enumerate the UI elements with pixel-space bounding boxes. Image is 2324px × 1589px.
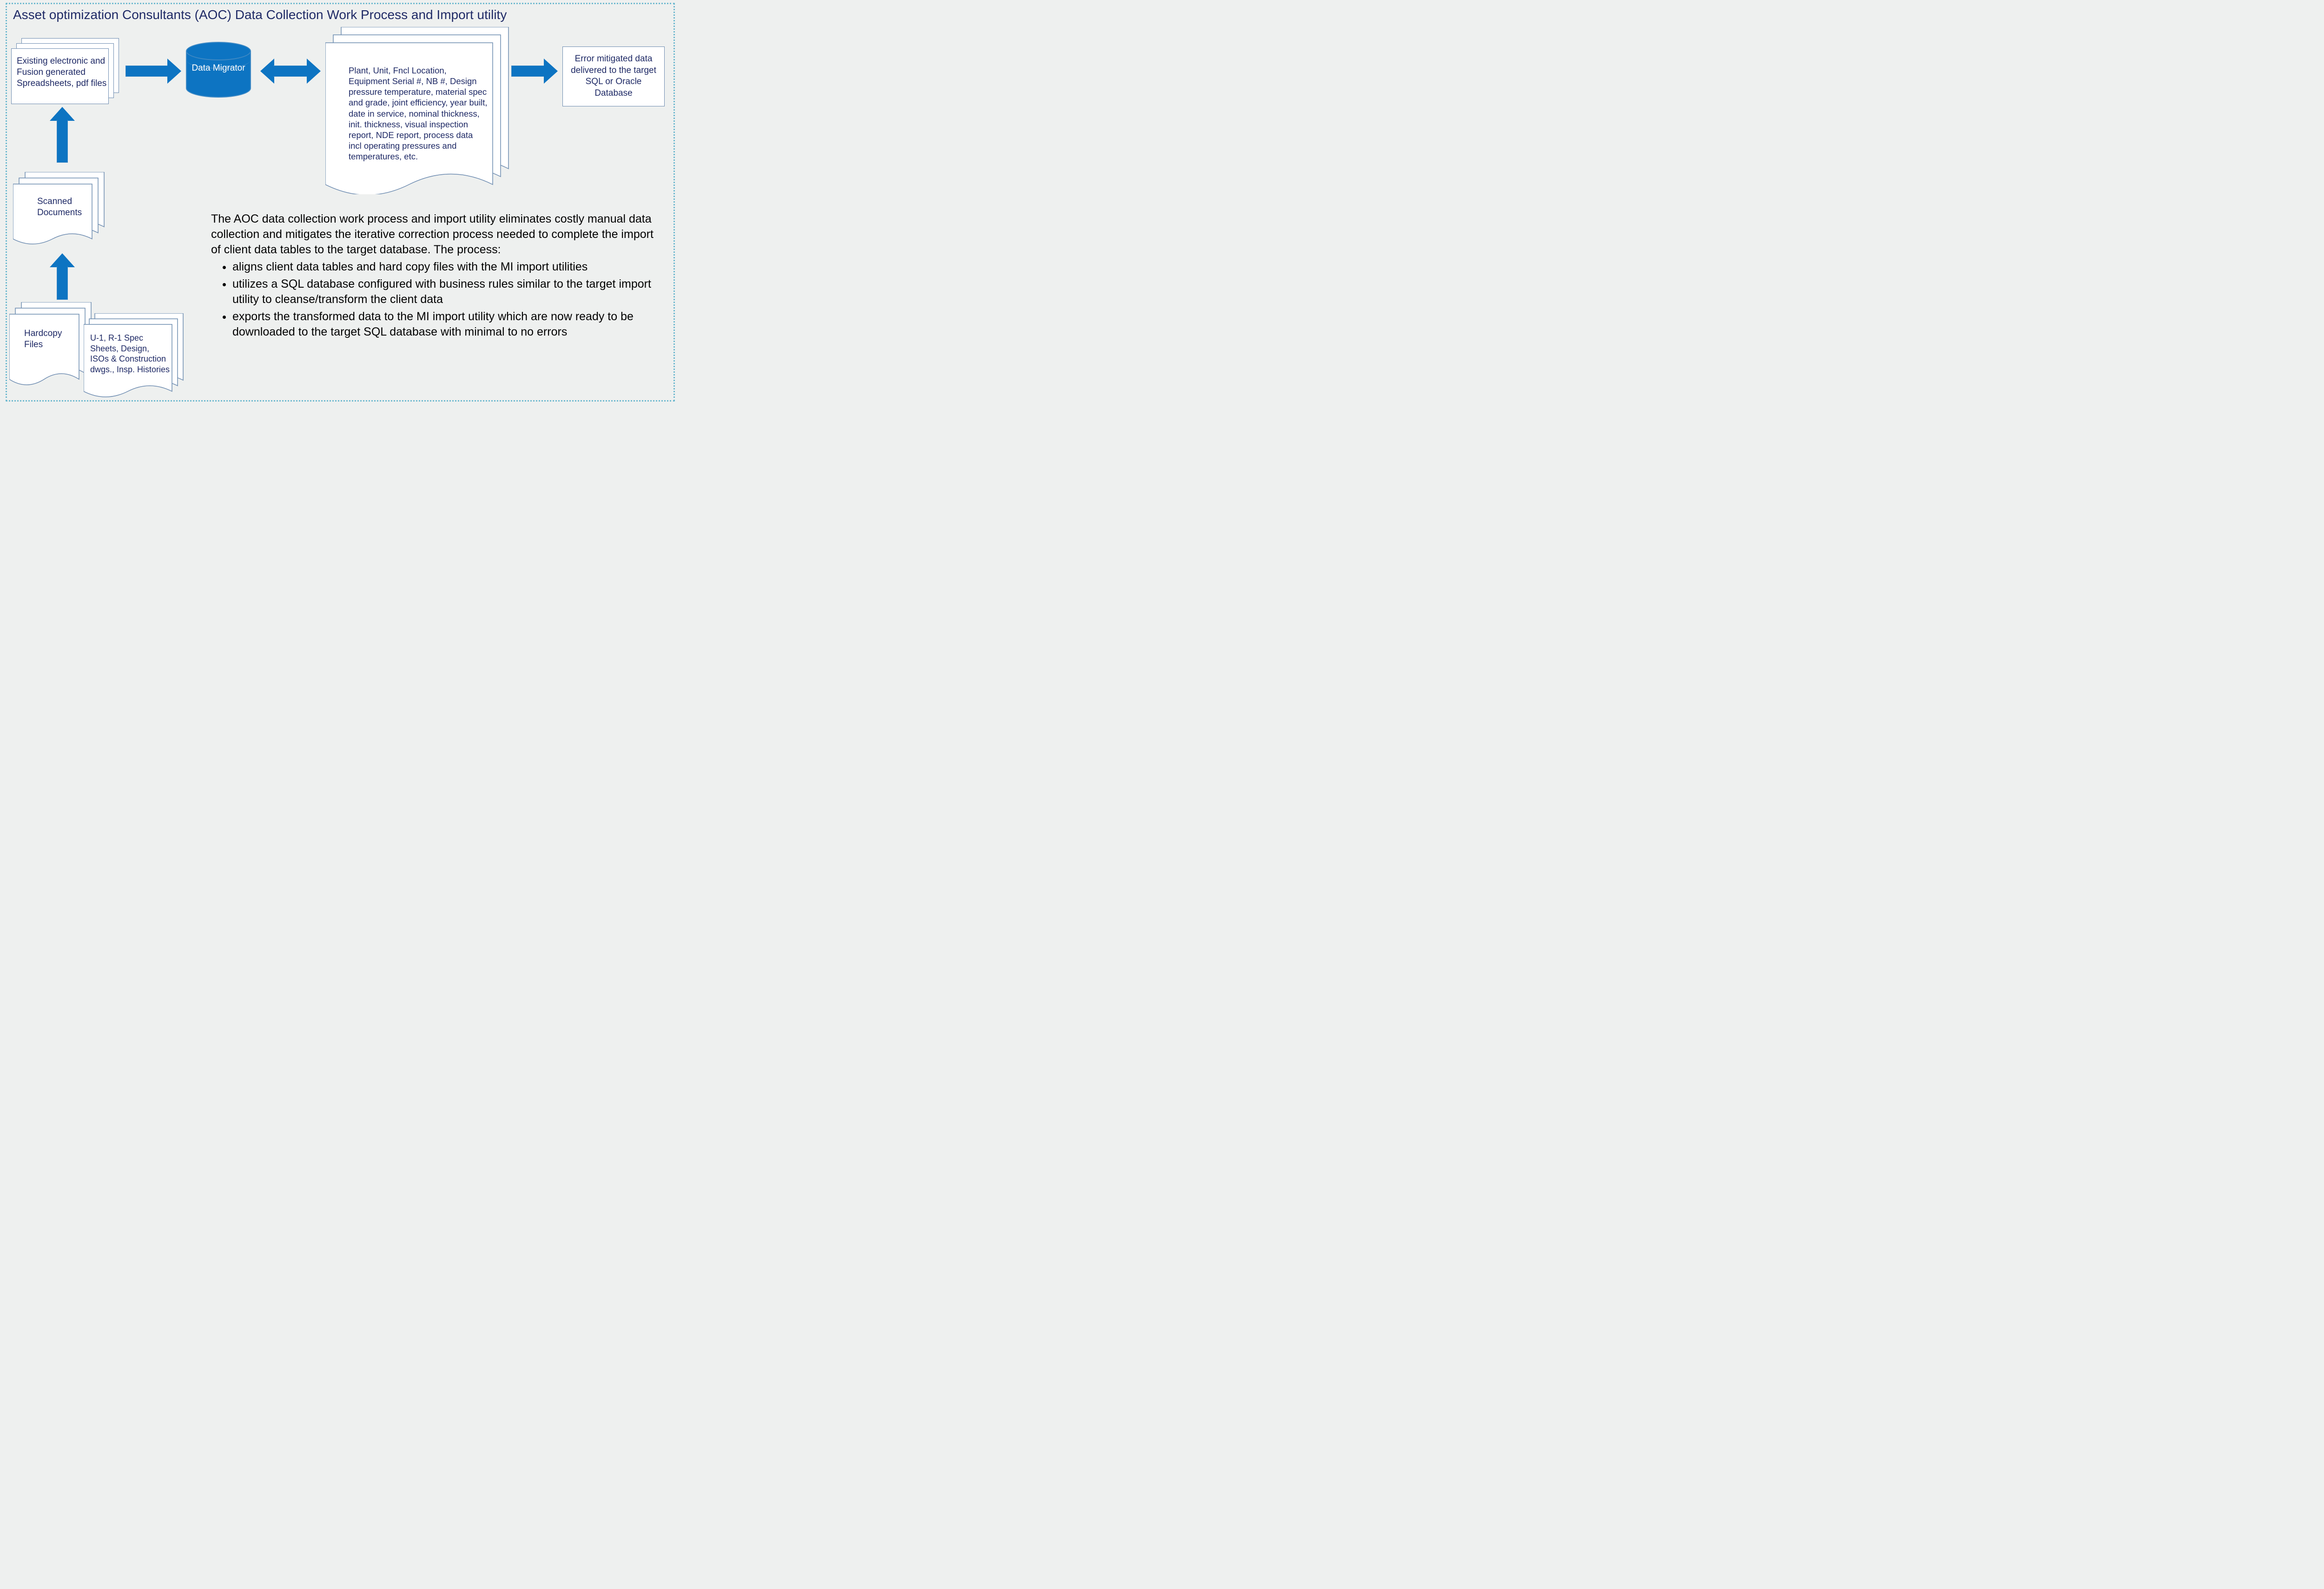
scanned-stack: Scanned Documents [13,172,111,251]
description-intro: The AOC data collection work process and… [211,211,662,257]
scanned-label: Scanned Documents [37,196,98,218]
fields-stack: Plant, Unit, Fncl Location, Equipment Se… [325,27,511,194]
specs-stack: U-1, R-1 Spec Sheets, Design, ISOs & Con… [84,313,191,406]
description-bullet-3: exports the transformed data to the MI i… [232,309,662,340]
diagram-title: Asset optimization Consultants (AOC) Dat… [13,7,507,22]
spreadsheets-label: Existing electronic and Fusion generated… [17,56,107,89]
spreadsheets-stack: Existing electronic and Fusion generated… [11,38,123,108]
description-bullet-1: aligns client data tables and hard copy … [232,259,662,275]
output-label: Error mitigated data delivered to the ta… [571,54,656,98]
description-text: The AOC data collection work process and… [211,211,662,342]
description-bullet-2: utilizes a SQL database configured with … [232,277,662,307]
output-box: Error mitigated data delivered to the ta… [562,46,665,106]
fields-label: Plant, Unit, Fncl Location, Equipment Se… [349,65,488,162]
data-migrator-label: Data Migrator [186,63,251,74]
arrow-hardcopy-to-scanned [50,253,75,300]
arrow-fields-to-output [511,59,558,84]
hardcopy-label: Hardcopy Files [24,328,75,350]
data-migrator-icon: Data Migrator [186,42,251,98]
arrow-scanned-to-spreadsheets [50,107,75,163]
arrow-db-to-fields [260,59,321,84]
specs-label: U-1, R-1 Spec Sheets, Design, ISOs & Con… [90,333,170,375]
arrow-spreadsheets-to-db [125,59,181,84]
